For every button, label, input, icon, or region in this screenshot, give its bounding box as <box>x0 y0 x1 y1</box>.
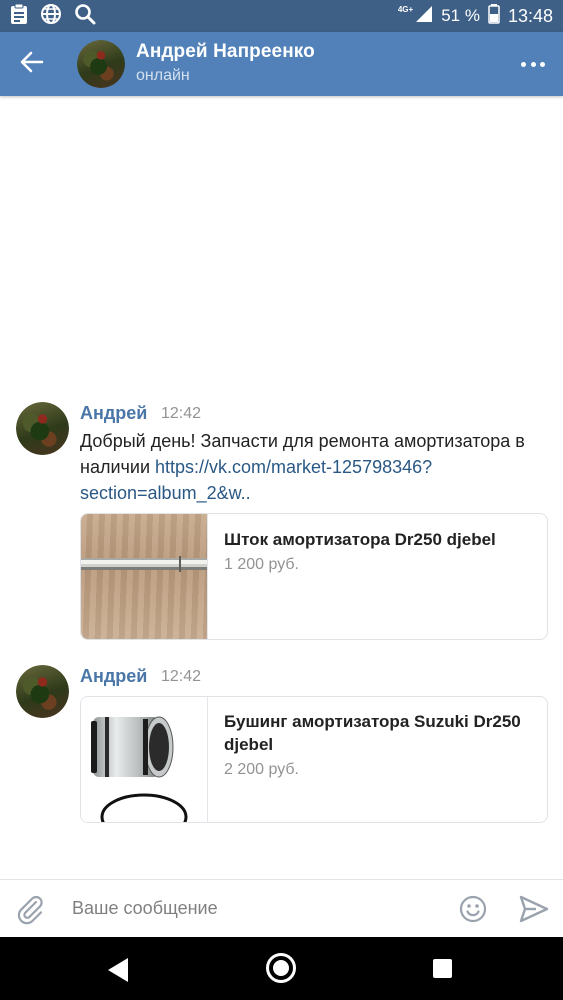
emoji-button[interactable] <box>458 894 488 924</box>
back-button[interactable] <box>14 46 50 82</box>
globe-icon <box>40 3 62 30</box>
search-icon <box>74 3 96 30</box>
paperclip-icon <box>14 895 46 929</box>
product-card[interactable]: Шток амортизатора Dr250 djebel 1 200 руб… <box>80 513 548 640</box>
product-image <box>81 697 208 822</box>
send-button[interactable] <box>518 894 550 924</box>
message-composer: Ваше сообщение <box>0 879 563 937</box>
product-price: 2 200 руб. <box>224 761 299 778</box>
more-button[interactable] <box>521 54 545 74</box>
chat-header: Андрей Напреенко онлайн <box>0 32 563 96</box>
nav-back-icon <box>106 958 130 987</box>
battery-level: 51 % <box>441 6 480 25</box>
more-icon <box>521 61 526 67</box>
avatar[interactable] <box>16 665 69 718</box>
back-arrow-icon <box>20 51 44 78</box>
network-type: 4G+ <box>397 4 414 14</box>
emoji-icon <box>458 895 488 928</box>
chat-screen: 4G+ 51 % 13:48 Андрей Напреенко онлайн А… <box>0 0 563 1000</box>
attach-button[interactable] <box>14 893 46 925</box>
signal-icon <box>415 5 433 28</box>
avatar[interactable] <box>16 402 69 455</box>
contact-name[interactable]: Андрей Напреенко <box>136 41 315 63</box>
battery-icon <box>488 3 500 29</box>
message-author[interactable]: Андрей <box>80 666 147 687</box>
nav-recents-icon[interactable] <box>433 959 452 978</box>
product-title: Шток амортизатора Dr250 djebel <box>224 530 496 549</box>
clock: 13:48 <box>507 5 553 26</box>
product-card[interactable]: Бушинг амортизатора Suzuki Dr250 djebel … <box>80 696 548 823</box>
message-text: Добрый день! Запчасти для ремонта аморти… <box>80 428 540 506</box>
avatar[interactable] <box>77 40 125 88</box>
product-price: 1 200 руб. <box>224 556 299 573</box>
message-input[interactable]: Ваше сообщение <box>72 898 218 919</box>
message-author[interactable]: Андрей <box>80 403 147 424</box>
contact-status: онлайн <box>136 67 190 84</box>
message-time: 12:42 <box>161 668 202 685</box>
status-bar: 4G+ 51 % 13:48 <box>0 0 563 32</box>
clipboard-icon <box>10 3 28 30</box>
nav-home-icon[interactable] <box>266 953 296 983</box>
product-image <box>81 514 208 639</box>
product-title: Бушинг амортизатора Suzuki Dr250 djebel <box>224 712 521 754</box>
message-time: 12:42 <box>161 405 202 422</box>
nav-back-button[interactable] <box>106 957 130 988</box>
system-nav-bar <box>0 937 563 1000</box>
send-icon <box>518 895 550 928</box>
